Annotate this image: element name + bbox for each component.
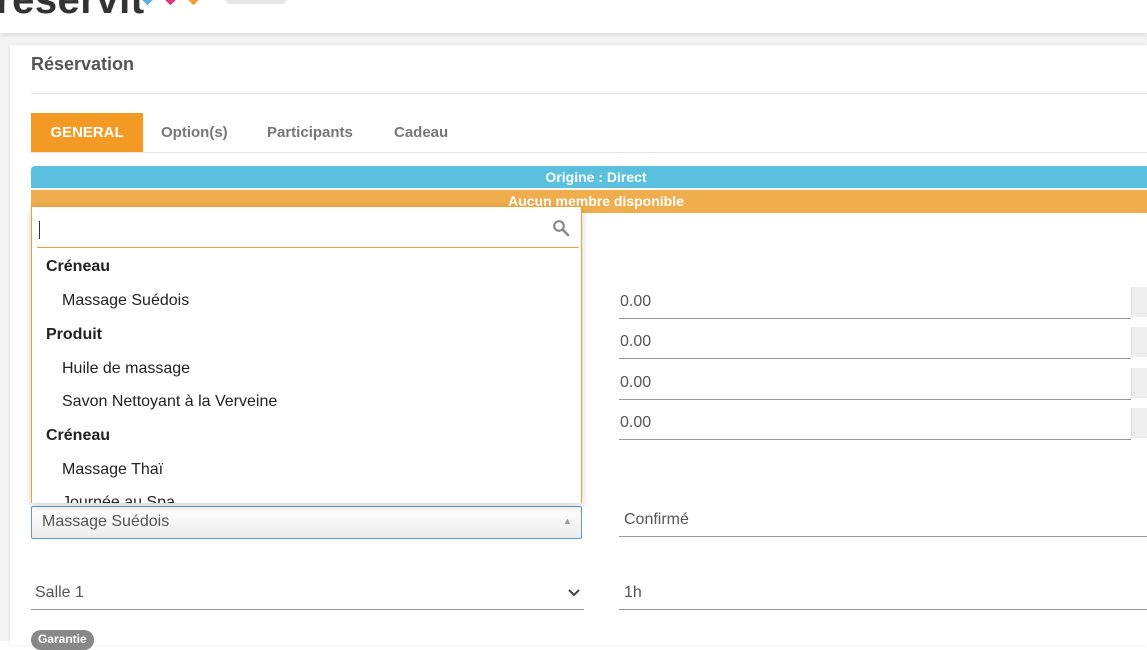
amount-stepper[interactable] (1131, 327, 1147, 357)
dropdown-group-label: Créneau (46, 258, 111, 275)
tab-participants[interactable]: Participants (267, 113, 353, 152)
status-select[interactable]: Confirmé (624, 511, 689, 529)
logo-heart-icon (185, 0, 202, 6)
top-header: reservit (0, 0, 1147, 33)
service-dropdown: Créneau Massage Suédois Produit Huile de… (31, 206, 582, 503)
dropdown-option[interactable]: Savon Nettoyant à la Verveine (62, 393, 277, 411)
dropdown-group-label: Produit (46, 326, 102, 343)
field-underline (31, 609, 584, 610)
duration-field[interactable]: 1h (624, 584, 642, 602)
dropdown-option[interactable]: Huile de massage (62, 360, 190, 378)
page-title: Réservation (31, 54, 135, 74)
amount-stepper[interactable] (1131, 368, 1147, 398)
amount-field[interactable]: 0.00 (620, 414, 651, 432)
amount-stepper[interactable] (1131, 287, 1147, 317)
amount-field[interactable]: 0.00 (620, 293, 651, 311)
chevron-down-icon[interactable] (566, 584, 582, 600)
service-select-value: Massage Suédois (42, 513, 170, 530)
field-underline (619, 536, 1147, 537)
logo[interactable]: reservit (0, 0, 145, 23)
tab-general[interactable]: GENERAL (31, 113, 143, 152)
room-select[interactable]: Salle 1 (35, 584, 84, 602)
logo-subtitle (226, 0, 286, 4)
tab-cadeau[interactable]: Cadeau (394, 113, 448, 152)
dropdown-group-label: Créneau (46, 427, 111, 444)
dropdown-option[interactable]: Massage Suédois (62, 292, 189, 310)
divider (31, 152, 1147, 153)
origin-banner: Origine : Direct (31, 166, 1147, 188)
dropdown-option[interactable]: Journée au Spa (62, 494, 175, 503)
guarantee-badge: Garantie (31, 630, 94, 650)
search-icon (553, 220, 570, 237)
tab-options[interactable]: Option(s) (161, 113, 228, 152)
field-underline (619, 318, 1131, 319)
field-underline (619, 609, 1147, 610)
divider (31, 93, 1147, 94)
amount-stepper[interactable] (1131, 408, 1147, 438)
amount-field[interactable]: 0.00 (620, 374, 651, 392)
field-underline (619, 358, 1131, 359)
dropdown-option[interactable]: Massage Thaï (62, 461, 163, 479)
logo-heart-icon (162, 0, 179, 6)
text-cursor (39, 221, 40, 239)
dropdown-search-input[interactable] (37, 214, 579, 248)
amount-field[interactable]: 0.00 (620, 333, 651, 351)
field-underline (619, 399, 1131, 400)
field-underline (619, 439, 1131, 440)
caret-up-icon: ▲ (563, 516, 572, 526)
